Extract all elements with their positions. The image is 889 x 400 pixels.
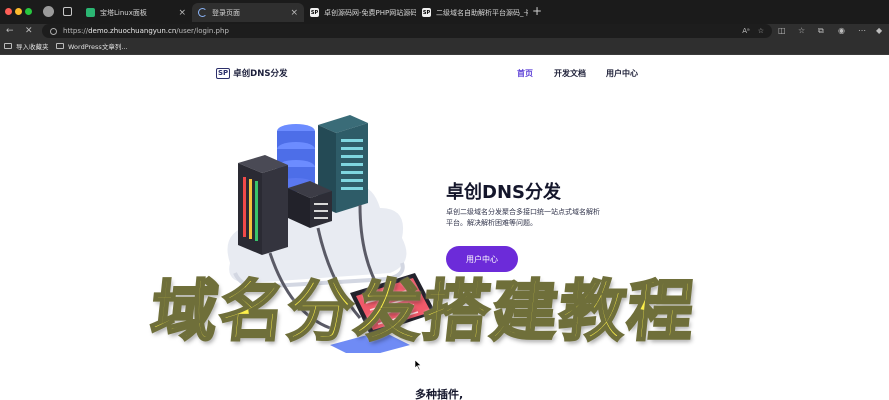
tab-label: 二级域名自助解析平台源码_卡密	[436, 8, 528, 17]
nav-user-center[interactable]: 用户中心	[606, 68, 638, 79]
tab-bt-panel[interactable]: 宝塔Linux面板 ×	[80, 3, 192, 22]
favorites-icon[interactable]: ☆	[798, 24, 805, 38]
maximize-window-button[interactable]	[25, 8, 32, 15]
read-aloud-icon[interactable]: Aᵃ	[742, 24, 750, 38]
url-scheme: https://	[63, 27, 89, 35]
extension-icon[interactable]: ◉	[838, 24, 845, 38]
back-icon[interactable]: ←	[6, 24, 14, 38]
nav-home[interactable]: 首页	[517, 68, 533, 79]
new-tab-button[interactable]: +	[532, 4, 542, 18]
copilot-icon[interactable]: ◆	[876, 24, 882, 38]
bt-panel-icon	[86, 8, 95, 17]
profile-avatar[interactable]	[43, 6, 54, 17]
tab-actions-icon[interactable]	[63, 7, 72, 16]
bookmark-wordpress[interactable]: WordPress文章列...	[56, 41, 128, 51]
url-path: /user/login.php	[176, 27, 229, 35]
nav-dev-docs[interactable]: 开发文档	[554, 68, 586, 79]
stop-loading-icon[interactable]: ✕	[25, 24, 33, 38]
hero-description: 卓创二级域名分发聚合多接口统一站点式域名解析平台。解决解析困难等问题。	[446, 208, 600, 227]
url-text: https://demo.zhuochuangyun.cn/user/login…	[63, 27, 229, 35]
tutorial-overlay-title: 域名分发搭建教程	[146, 272, 701, 352]
tab-login-page[interactable]: 登录页面 ×	[192, 3, 304, 22]
import-icon	[4, 43, 12, 49]
section-title: 多种插件,	[415, 388, 464, 400]
site-logo[interactable]: SP 卓创DNS分发	[216, 67, 287, 79]
loading-spinner-icon	[198, 8, 207, 17]
close-tab-icon[interactable]: ×	[178, 8, 186, 18]
browser-toolbar: ← ✕ https://demo.zhuochuangyun.cn/user/l…	[0, 24, 889, 38]
bookmark-label: WordPress文章列...	[68, 43, 128, 51]
bookmarks-bar: 导入收藏夹 WordPress文章列...	[0, 38, 889, 55]
bookmark-label: 导入收藏夹	[16, 43, 49, 51]
logo-text: 卓创DNS分发	[233, 69, 288, 79]
site-favicon-icon: SP	[422, 8, 431, 17]
more-menu-icon[interactable]: ⋯	[858, 24, 866, 38]
site-info-icon[interactable]	[50, 27, 57, 35]
close-window-button[interactable]	[5, 8, 12, 15]
tab-subdomain-source[interactable]: SP 二级域名自助解析平台源码_卡密 ×	[416, 3, 528, 22]
web-page: SP 卓创DNS分发 首页 开发文档 用户中心 卓创DNS分发 卓创二级域名分发…	[0, 55, 889, 400]
tab-label: 卓创源码网-免费PHP网站源码分	[324, 8, 416, 17]
favorite-star-icon[interactable]: ☆	[758, 24, 764, 38]
browser-tab-bar: 宝塔Linux面板 × 登录页面 × SP 卓创源码网-免费PHP网站源码分 ×…	[0, 0, 889, 24]
url-host: demo.zhuochuangyun.cn	[88, 27, 177, 35]
tab-label: 登录页面	[212, 8, 240, 17]
collections-icon[interactable]: ⧉	[818, 24, 824, 38]
tab-label: 宝塔Linux面板	[100, 8, 147, 17]
hero-title: 卓创DNS分发	[446, 182, 561, 203]
minimize-window-button[interactable]	[15, 8, 22, 15]
mouse-cursor-icon	[415, 360, 422, 370]
close-tab-icon[interactable]: ×	[290, 8, 298, 18]
tab-zhuochuang-source[interactable]: SP 卓创源码网-免费PHP网站源码分 ×	[304, 3, 416, 22]
site-favicon-icon: SP	[310, 8, 319, 17]
address-bar[interactable]: https://demo.zhuochuangyun.cn/user/login…	[42, 24, 772, 38]
logo-badge: SP	[216, 67, 231, 79]
split-screen-icon[interactable]: ◫	[778, 24, 786, 38]
bookmark-import[interactable]: 导入收藏夹	[4, 41, 49, 51]
folder-icon	[56, 43, 64, 49]
